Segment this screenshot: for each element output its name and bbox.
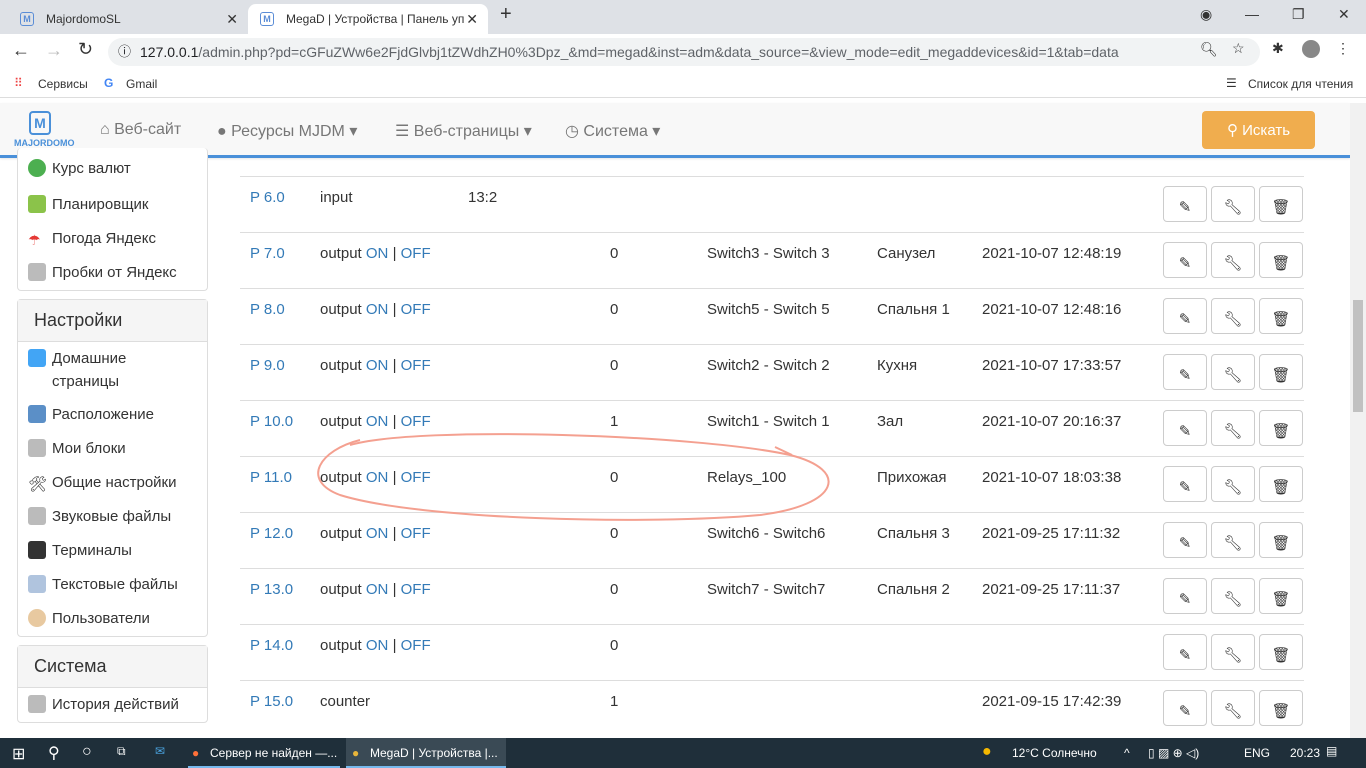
taskbar: ⊞ ⚲ ○ ⧉ ✉ ● Сервер не найден —... ● MegaD … [0,738,1366,768]
windows-start-icon[interactable]: ⊞ [12,744,25,764]
taskbar-app-firefox[interactable]: ● Сервер не найден —... [188,738,340,768]
search-icon[interactable]: ⚲ [48,743,60,763]
firefox-icon: ● [192,746,200,760]
taskbar-app-chrome[interactable]: ● MegaD | Устройства |... [346,738,506,768]
weather[interactable]: 12°C Солнечно [1012,746,1097,760]
cortana-icon[interactable]: ○ [82,743,92,761]
sun-icon: ● [982,743,992,760]
page-scrollbar[interactable] [1350,103,1366,738]
chrome-icon: ● [352,746,360,760]
notifications-icon[interactable]: ▤ [1326,744,1337,758]
mail-icon[interactable]: ✉ [155,744,165,758]
task-view-icon[interactable]: ⧉ [117,744,126,759]
tray-icons[interactable]: ▯ ▨ ⊕ ◁) [1148,746,1199,760]
scrollbar-thumb[interactable] [1353,300,1363,412]
language-indicator[interactable]: ENG [1244,746,1270,760]
red-ellipse-annotation [317,433,830,521]
tray-chevron-icon[interactable]: ^ [1124,746,1130,760]
clock[interactable]: 20:23 [1290,746,1320,760]
